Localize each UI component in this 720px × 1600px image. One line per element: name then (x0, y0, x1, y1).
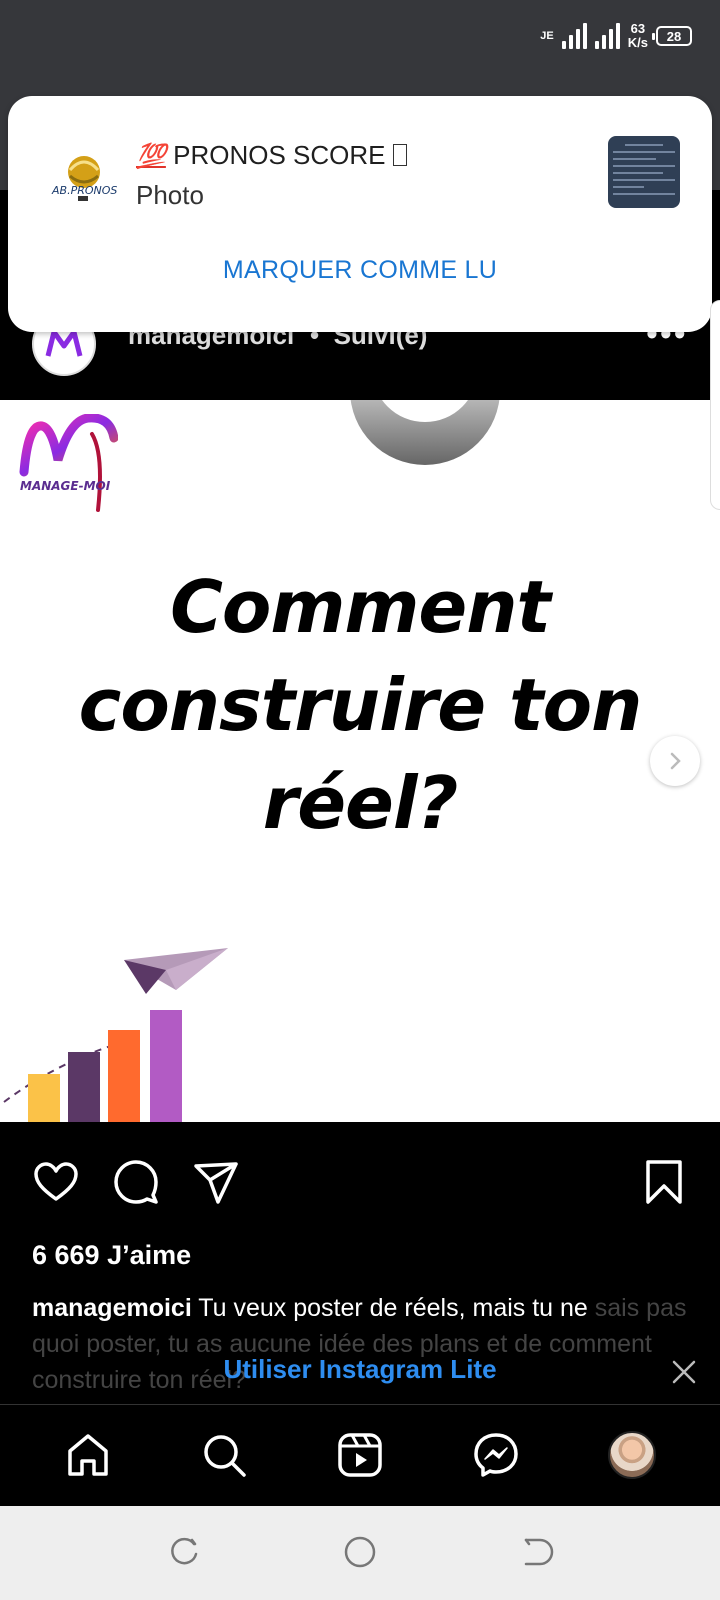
status-icons: JE 63 K/s 28 (540, 22, 692, 50)
close-icon[interactable] (670, 1358, 698, 1386)
post-image[interactable]: MANAGE-MOI Comment construire ton réel? (0, 400, 720, 1122)
sim-badge: JE (540, 29, 554, 42)
network-speed: 63 K/s (627, 21, 648, 50)
bar-4 (150, 1010, 182, 1122)
signal-icon (561, 23, 587, 49)
brand-logo: MANAGE-MOI (18, 413, 119, 519)
caption-username[interactable]: managemoici (32, 1294, 192, 1322)
notification-thumbnail (608, 136, 680, 208)
comment-icon[interactable] (112, 1158, 160, 1206)
edge-panel-handle[interactable] (710, 300, 720, 510)
profile-avatar (608, 1431, 656, 1479)
home-icon (68, 1434, 108, 1476)
notification-title: 💯 PRONOS SCORE (136, 140, 407, 171)
mark-as-read-button[interactable]: MARQUER COMME LU (8, 256, 712, 285)
decorative-arc (350, 400, 500, 465)
heart-icon[interactable] (32, 1158, 80, 1206)
instagram-lite-banner: Utiliser Instagram Lite (0, 1344, 720, 1398)
post-headline: Comment construire ton réel? (78, 565, 643, 845)
reels-icon (338, 1433, 382, 1477)
recent-apps-icon[interactable] (164, 1532, 204, 1572)
notification-subtitle: Photo (136, 180, 204, 210)
signal-icon-2 (594, 23, 620, 49)
search-icon (204, 1435, 246, 1477)
manage-moi-mini-logo (45, 329, 83, 357)
bottom-nav (0, 1404, 720, 1506)
battery-icon: 28 (652, 26, 692, 46)
bookmark-icon[interactable] (640, 1158, 688, 1206)
use-instagram-lite-link[interactable]: Utiliser Instagram Lite (0, 1354, 720, 1385)
nav-profile[interactable] (606, 1429, 658, 1481)
nav-home[interactable] (62, 1429, 114, 1481)
bar-3 (108, 1030, 140, 1122)
growth-chart-illustration (0, 940, 240, 1122)
next-slide-button[interactable] (650, 736, 700, 786)
notification-card[interactable]: AB.PRONOS 💯 PRONOS SCORE Photo MARQUER C… (8, 96, 712, 332)
nav-reels[interactable] (334, 1429, 386, 1481)
likes-count[interactable]: 6 669 J’aime (32, 1240, 191, 1271)
unsupported-glyph-icon (392, 144, 407, 166)
nav-messenger[interactable] (470, 1429, 522, 1481)
brand-logo-text: MANAGE-MOI (20, 479, 111, 493)
back-icon[interactable] (516, 1532, 556, 1572)
app-logo-text: AB.PRONOS (51, 184, 117, 197)
caption-text: Tu veux poster de réels, mais tu ne (198, 1294, 588, 1322)
bar-1 (28, 1074, 60, 1122)
home-button-icon[interactable] (340, 1532, 380, 1572)
hundred-points-icon: 💯 (136, 143, 166, 170)
send-icon[interactable] (192, 1158, 240, 1206)
post-actions (0, 1122, 720, 1242)
bar-2 (68, 1052, 100, 1122)
app-logo-icon: AB.PRONOS (48, 148, 118, 204)
nav-search[interactable] (198, 1429, 250, 1481)
system-nav-bar (0, 1506, 720, 1600)
messenger-icon (474, 1433, 518, 1477)
chevron-right-icon (670, 752, 681, 770)
